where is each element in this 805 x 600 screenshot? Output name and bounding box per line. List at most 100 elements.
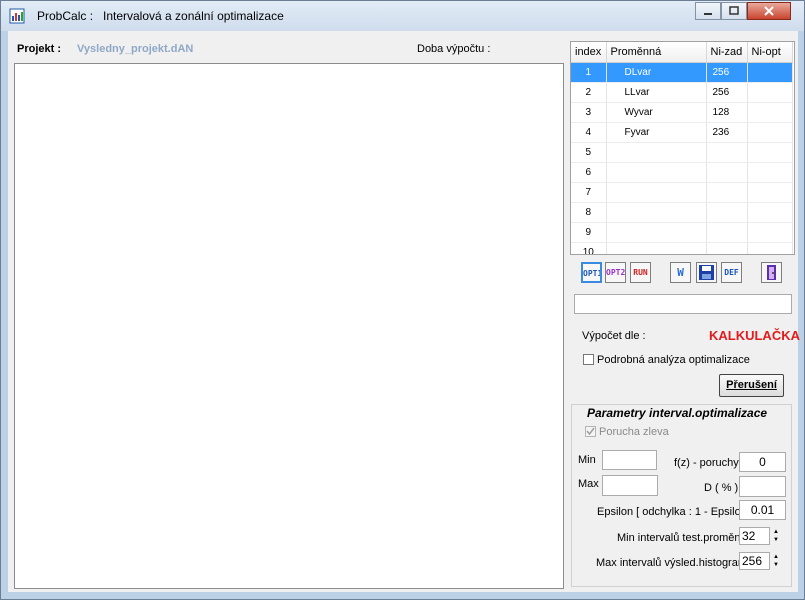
row-ni-zad	[706, 202, 748, 223]
row-ni-opt	[747, 102, 793, 123]
table-row[interactable]: 10	[571, 242, 793, 254]
row-index: 5	[571, 142, 607, 163]
row-index: 7	[571, 182, 607, 203]
column-header-variable[interactable]: Proměnná	[606, 42, 707, 63]
row-variable	[606, 162, 707, 183]
detail-analysis-label: Podrobná analýza optimalizace	[597, 354, 750, 366]
result-canvas[interactable]	[14, 63, 564, 589]
row-index: 1	[571, 62, 607, 83]
close-icon	[764, 6, 774, 16]
row-ni-zad: 256	[706, 62, 748, 83]
row-variable	[606, 142, 707, 163]
row-ni-zad	[706, 222, 748, 243]
row-ni-zad	[706, 162, 748, 183]
doba-vypoctu-label: Doba výpočtu :	[417, 43, 491, 55]
window-title: Intervalová a zonální optimalizace	[103, 9, 284, 23]
row-ni-opt	[747, 142, 793, 163]
row-variable	[606, 242, 707, 254]
row-ni-opt	[747, 202, 793, 223]
min-intervals-input[interactable]: 32	[739, 527, 770, 545]
row-ni-opt	[747, 162, 793, 183]
fz-poruchy-label: f(z) - poruchy	[674, 457, 739, 469]
row-ni-opt	[747, 82, 793, 103]
maximize-button[interactable]	[721, 2, 747, 20]
main-client-area: Projekt : Vysledny_projekt.dAN Doba výpo…	[8, 31, 800, 592]
row-variable	[606, 222, 707, 243]
min-label: Min	[578, 454, 596, 466]
detail-analysis-checkbox[interactable]	[583, 354, 594, 365]
max-label: Max	[578, 478, 599, 490]
d-percent-input[interactable]	[739, 476, 786, 497]
fz-poruchy-input[interactable]: 0	[739, 452, 786, 472]
row-variable: Wyvar	[606, 102, 707, 123]
porucha-zleva-checkbox[interactable]	[585, 426, 596, 437]
row-ni-zad	[706, 242, 748, 254]
max-intervals-input[interactable]: 256	[739, 552, 770, 570]
row-variable: DLvar	[606, 62, 707, 83]
app-window: ProbCalc : Intervalová a zonální optimal…	[0, 0, 805, 600]
vypocet-dle-label: Výpočet dle :	[582, 330, 646, 342]
status-field[interactable]	[574, 294, 792, 314]
column-header-ni-zad[interactable]: Ni-zad	[706, 42, 748, 63]
spin-up-icon[interactable]: ▲	[770, 528, 782, 536]
calculation-mode: KALKULAČKA	[709, 328, 800, 343]
row-ni-opt	[747, 222, 793, 243]
table-row[interactable]: 5	[571, 142, 793, 163]
variables-grid[interactable]: index Proměnná Ni-zad Ni-opt 1 DLvar 256 2…	[570, 41, 795, 255]
close-button[interactable]	[747, 2, 791, 20]
row-ni-zad: 236	[706, 122, 748, 143]
maximize-icon	[729, 6, 739, 15]
table-row[interactable]: 6	[571, 162, 793, 183]
opt1-button[interactable]: OPT1	[581, 262, 602, 283]
epsilon-label: Epsilon [ odchylka : 1 - Epsilon ]	[597, 506, 753, 518]
row-index: 9	[571, 222, 607, 243]
app-icon	[9, 8, 25, 24]
min-input[interactable]	[602, 450, 657, 470]
interrupt-button[interactable]: Přerušení	[719, 374, 784, 397]
minimize-button[interactable]	[695, 2, 721, 20]
porucha-zleva-label: Porucha zleva	[599, 426, 669, 438]
d-percent-label: D ( % )	[704, 482, 739, 494]
row-index: 4	[571, 122, 607, 143]
min-intervals-spinner[interactable]: ▲ ▼	[770, 528, 782, 544]
title-bar: ProbCalc : Intervalová a zonální optimal…	[1, 1, 804, 31]
table-row[interactable]: 1 DLvar 256	[571, 62, 793, 83]
epsilon-input[interactable]: 0.01	[739, 500, 786, 520]
run-button[interactable]: RUN	[630, 262, 651, 283]
row-ni-zad	[706, 142, 748, 163]
exit-button[interactable]	[761, 262, 782, 283]
row-index: 2	[571, 82, 607, 103]
project-label: Projekt :	[17, 43, 62, 55]
exit-door-icon	[767, 265, 776, 280]
row-variable	[606, 202, 707, 223]
save-button[interactable]	[696, 262, 717, 283]
spin-down-icon[interactable]: ▼	[770, 536, 782, 544]
spin-down-icon[interactable]: ▼	[770, 561, 782, 569]
row-variable: Fyvar	[606, 122, 707, 143]
table-row[interactable]: 7	[571, 182, 793, 203]
def-button[interactable]: DEF	[721, 262, 742, 283]
row-ni-zad: 256	[706, 82, 748, 103]
checkmark-icon	[586, 427, 595, 436]
minimize-icon	[704, 13, 712, 15]
save-icon	[699, 265, 714, 280]
project-name: Vysledny_projekt.dAN	[77, 43, 194, 55]
row-index: 8	[571, 202, 607, 223]
row-ni-zad	[706, 182, 748, 203]
table-row[interactable]: 8	[571, 202, 793, 223]
opt2-button[interactable]: OPT2	[605, 262, 626, 283]
spin-up-icon[interactable]: ▲	[770, 553, 782, 561]
row-ni-opt	[747, 62, 793, 83]
max-intervals-spinner[interactable]: ▲ ▼	[770, 553, 782, 569]
row-ni-opt	[747, 182, 793, 203]
max-input[interactable]	[602, 475, 658, 496]
table-row[interactable]: 9	[571, 222, 793, 243]
w-button[interactable]: W	[670, 262, 691, 283]
table-row[interactable]: 4 Fyvar 236	[571, 122, 793, 143]
column-header-ni-opt[interactable]: Ni-opt	[747, 42, 793, 63]
row-ni-opt	[747, 122, 793, 143]
column-header-index[interactable]: index	[571, 42, 607, 63]
table-row[interactable]: 3 Wyvar 128	[571, 102, 793, 123]
row-ni-opt	[747, 242, 793, 254]
table-row[interactable]: 2 LLvar 256	[571, 82, 793, 103]
